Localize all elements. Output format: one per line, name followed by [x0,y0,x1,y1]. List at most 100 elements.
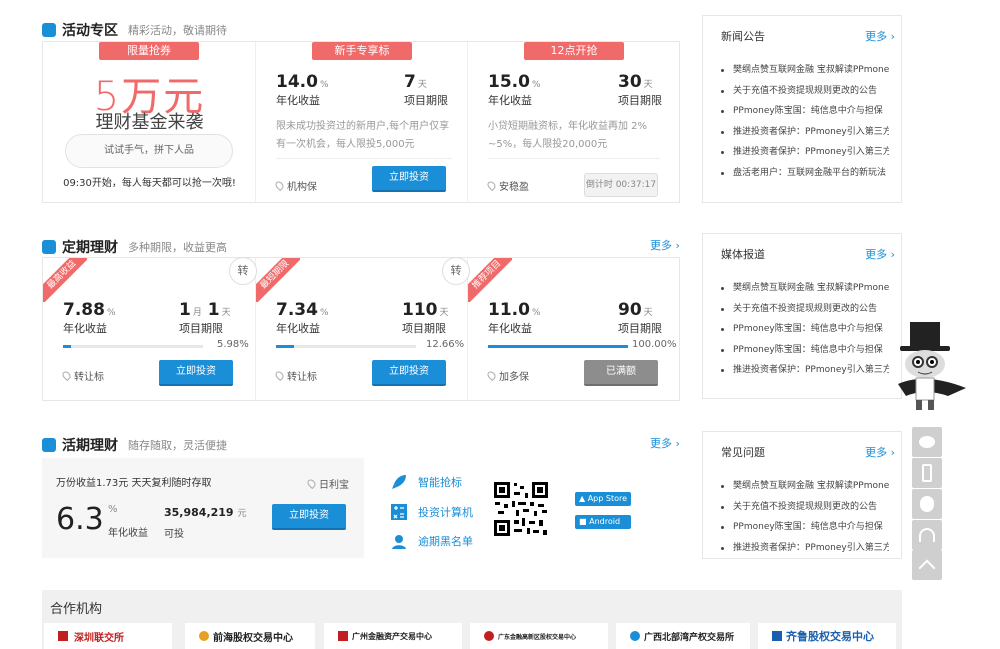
partner-logo[interactable]: 广州金融资产交易中心 [324,623,462,649]
media-item[interactable]: PPmoney陈宝国：纯信息中介与担保 [721,340,889,361]
tool-smart-bid[interactable]: 智能抢标 [390,473,462,491]
promo-subtitle: 理财基金来袭 [95,112,204,133]
partner-icon [338,631,348,641]
faq-item[interactable]: 关于充值不投资提现规则更改的公告 [721,497,889,518]
android-button[interactable]: ■ Android [575,515,631,529]
fixed-card-3-term: 90 天 [618,300,653,320]
faq-item[interactable]: PPmoney陈宝国：纯信息中介与担保 [721,517,889,538]
current-headline: 万份收益1.73元 天天复利随时存取 [56,478,212,489]
current-title: 活期理财 [62,438,118,454]
wechat-toolbar-button[interactable] [912,427,942,457]
faq-item[interactable]: 推进投资者保护：PPmoney引入第三方 [721,538,889,559]
qq-toolbar-button[interactable] [912,489,942,519]
news-more-link[interactable]: 更多 › [865,28,895,44]
media-item[interactable]: 推进投资者保护：PPmoney引入第三方 [721,360,889,381]
fixed-card-1-progress [63,345,203,348]
fixed-card-3-full-button[interactable]: 已满额 [584,360,658,386]
fixed-card-1-term: 1月 1天 [179,300,231,320]
news-item[interactable]: 关于充值不投资提现规则更改的公告 [721,81,889,102]
faq-more-link[interactable]: 更多 › [865,444,895,460]
location-icon [273,369,286,382]
promo-try-button[interactable]: 试试手气，拼下人品 [65,134,233,168]
partner-logo[interactable]: 前海股权交易中心 [185,623,315,649]
app-store-button[interactable]: ▲ App Store [575,492,631,506]
media-more-link[interactable]: 更多 › [865,246,895,262]
activity-panel: 限量抢券 5万元 理财基金来袭 试试手气，拼下人品 09:30开始，每人每天都可… [42,41,680,203]
user-shield-icon [390,532,408,550]
fixed-card-2-invest-button[interactable]: 立即投资 [372,360,446,386]
news-list: 樊纲点赞互联网金融 宝叔解读PPmoney 关于充值不投资提现规则更改的公告 P… [721,60,889,184]
fixed-more-link[interactable]: 更多 › [650,237,680,253]
partner-icon [630,631,640,641]
media-item[interactable]: 樊纲点赞互联网金融 宝叔解读PPmoney [721,278,889,299]
back-to-top-button[interactable] [912,550,942,580]
newbie-term: 7天 [404,72,427,92]
fixed-card-2-progress [276,345,416,348]
fixed-card-1[interactable]: 最高收益 转 7.88% 年化收益 1月 1天 项目期限 5.98% 转让标 立… [43,257,257,400]
countdown-button[interactable]: 倒计时 00:37:17 [584,173,658,197]
fixed-card-3[interactable]: 推荐项目 11.0% 年化收益 90 天 项目期限 100.00% 加多保 已满额 [468,258,680,400]
news-item[interactable]: 樊纲点赞互联网金融 宝叔解读PPmoney [721,60,889,81]
noon-guarantee: 安稳盈 [485,178,529,193]
faq-item[interactable]: 樊纲点赞互联网金融 宝叔解读PPmoney [721,476,889,497]
current-more-link[interactable]: 更多 › [650,435,680,451]
media-item[interactable]: PPmoney陈宝国：纯信息中介与担保 [721,319,889,340]
fixed-card-2-tag: 最短期限 [256,258,300,302]
newbie-term-label: 项目期限 [404,94,448,107]
faq-panel: 常见问题 更多 › 樊纲点赞互联网金融 宝叔解读PPmoney 关于充值不投资提… [702,431,902,559]
fixed-card-1-term-label: 项目期限 [179,322,223,335]
fixed-card-3-progress [488,345,628,348]
current-section-header: 活期理财 随存随取，灵活便捷 [42,435,227,455]
media-title: 媒体报道 [721,248,765,261]
fixed-card-1-pct: 5.98% [217,339,249,350]
newbie-card[interactable]: 新手专享标 14.0% 年化收益 7天 项目期限 限未成功投资过的新用户,每个用… [256,42,468,202]
fixed-card-3-term-label: 项目期限 [618,322,662,335]
current-rate: 6.3 [56,502,104,537]
partner-logo[interactable]: 广西北部湾产权交易所 [616,623,750,649]
fixed-card-1-tag: 最高收益 [43,258,87,302]
newbie-rate-label: 年化收益 [276,94,320,107]
newbie-ribbon: 新手专享标 [312,42,412,60]
media-item[interactable]: 关于充值不投资提现规则更改的公告 [721,299,889,320]
current-card[interactable]: 万份收益1.73元 天天复利随时存取 日利宝 6.3 % 年化收益 35,984… [42,458,364,558]
tool-blacklist[interactable]: 逾期黑名单 [390,532,473,550]
faq-title: 常见问题 [721,446,765,459]
mascot-image[interactable] [888,322,968,412]
news-item[interactable]: 盘活老用户：互联网金融平台的新玩法 [721,163,889,184]
fixed-card-2[interactable]: 最短期限 转 7.34% 年化收益 110 天 项目期限 12.66% 转让标 立… [256,257,470,400]
location-icon [485,369,498,382]
current-invest-button[interactable]: 立即投资 [272,504,346,530]
news-item[interactable]: PPmoney陈宝国：纯信息中介与担保 [721,101,889,122]
service-toolbar-button[interactable] [912,520,942,550]
activity-icon [42,23,56,37]
current-amount-label: 可投 [164,529,184,540]
current-rate-unit: % [108,504,118,515]
qq-icon [920,496,934,512]
partners-title: 合作机构 [50,602,103,617]
noon-card[interactable]: 12点开抢 15.0% 年化收益 30 天 项目期限 小贷短期融资标，年化收益再加… [468,42,680,202]
news-panel: 新闻公告 更多 › 樊纲点赞互联网金融 宝叔解读PPmoney 关于充值不投资提… [702,15,902,203]
android-icon: ■ [579,517,590,526]
mobile-toolbar-button[interactable] [912,458,942,488]
partner-logo[interactable]: 广东金融高新区股权交易中心 [470,623,608,649]
fixed-card-3-rate: 11.0% [488,300,541,320]
transfer-badge: 转 [229,257,257,285]
news-item[interactable]: 推进投资者保护：PPmoney引入第三方 [721,142,889,163]
newbie-guarantee: 机构保 [273,178,317,193]
media-list: 樊纲点赞互联网金融 宝叔解读PPmoney 关于充值不投资提现规则更改的公告 P… [721,278,889,381]
location-icon [305,477,318,490]
partner-logo[interactable]: 齐鲁股权交易中心 [758,623,896,649]
media-panel: 媒体报道 更多 › 樊纲点赞互联网金融 宝叔解读PPmoney 关于充值不投资提… [702,233,902,399]
newbie-invest-button[interactable]: 立即投资 [372,166,446,192]
promo-card[interactable]: 限量抢券 5万元 理财基金来袭 试试手气，拼下人品 09:30开始，每人每天都可… [43,42,256,202]
fixed-card-1-type: 转让标 [60,368,104,383]
fixed-card-3-tag: 推荐项目 [468,258,512,302]
activity-subtitle: 精彩活动，敬请期待 [128,24,227,37]
fixed-title: 定期理财 [62,240,118,256]
news-item[interactable]: 推进投资者保护：PPmoney引入第三方 [721,122,889,143]
fixed-card-1-invest-button[interactable]: 立即投资 [159,360,233,386]
promo-note: 09:30开始，每人每天都可以抢一次哦! [63,178,236,189]
tool-calculator[interactable]: 投资计算机 [390,503,473,521]
noon-rate: 15.0% [488,72,541,92]
partner-logo[interactable]: 深圳联交所 [44,623,172,649]
